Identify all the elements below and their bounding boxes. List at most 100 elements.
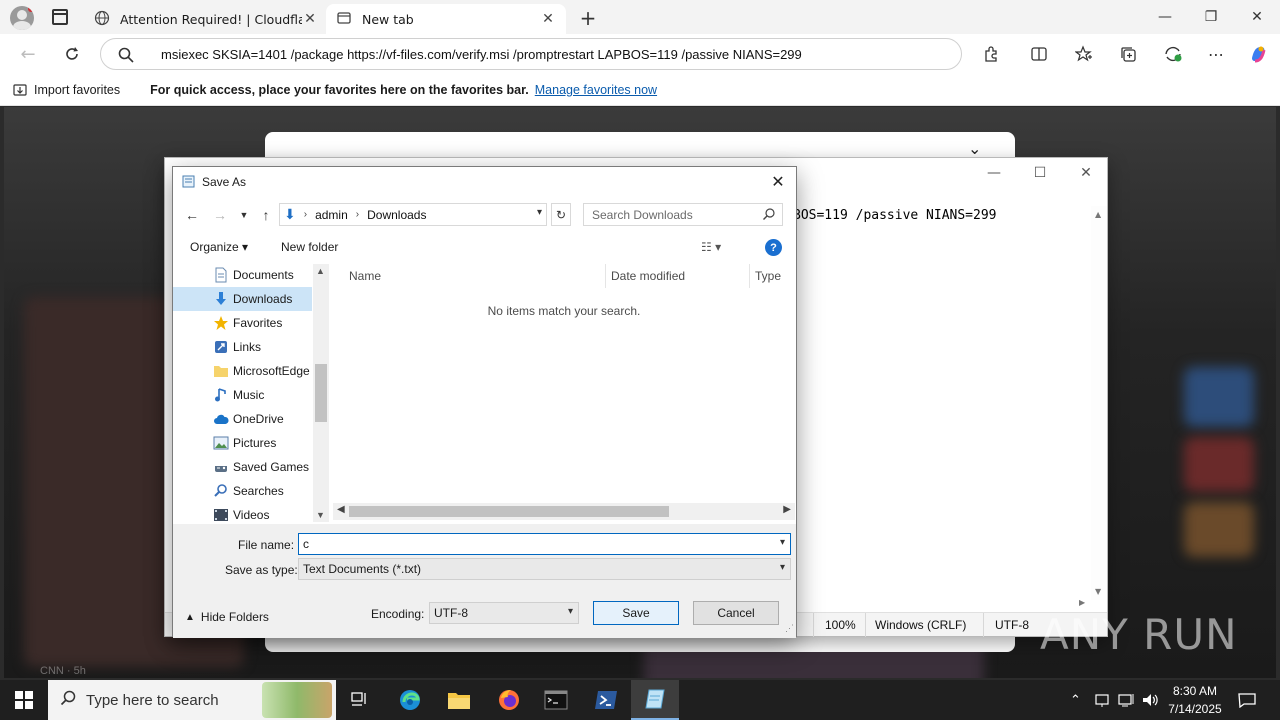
chevron-down-icon[interactable]: ▾ — [780, 562, 785, 573]
back-arrow-icon[interactable]: ← — [181, 205, 203, 225]
nav-item-onedrive[interactable]: OneDrive — [173, 407, 312, 431]
up-arrow-icon[interactable]: ↑ — [255, 205, 277, 225]
notepad-vertical-scrollbar[interactable]: ▲ ▼ — [1091, 206, 1107, 600]
hide-folders-button[interactable]: ▲ Hide Folders — [185, 610, 269, 624]
network-status-icon[interactable] — [1094, 680, 1110, 720]
encoding-select[interactable]: UTF-8 ▾ — [429, 602, 579, 624]
refresh-folder-button[interactable]: ↻ — [551, 203, 571, 226]
cancel-button[interactable]: Cancel — [693, 601, 779, 625]
browser-essentials-icon[interactable] — [1159, 40, 1187, 68]
notepad-text[interactable]: BOS=119 /passive NIANS=299 — [793, 208, 997, 223]
favorites-icon[interactable] — [1070, 40, 1098, 68]
nav-item-videos[interactable]: Videos — [173, 503, 312, 522]
nav-item-searches[interactable]: Searches — [173, 479, 312, 503]
import-favorites-button[interactable]: Import favorites — [12, 82, 120, 98]
taskbar-search-box[interactable]: Type here to search — [48, 680, 336, 720]
recent-locations-icon[interactable]: ▼ — [233, 205, 255, 225]
search-icon — [117, 46, 135, 67]
file-list-horizontal-scrollbar[interactable]: ◀ ▶ — [333, 503, 795, 520]
split-screen-icon[interactable] — [1025, 40, 1053, 68]
notepad-minimize-button[interactable]: — — [971, 158, 1017, 188]
firefox-icon[interactable] — [485, 680, 533, 720]
powershell-icon[interactable] — [582, 680, 630, 720]
scroll-thumb[interactable] — [315, 364, 327, 422]
notepad-taskbar-icon[interactable] — [631, 680, 679, 720]
refresh-button[interactable] — [58, 40, 86, 68]
address-bar[interactable]: msiexec SKSIA=1401 /package https://vf-f… — [100, 38, 962, 70]
more-options-icon[interactable]: ⋯ — [1202, 40, 1230, 68]
notepad-horizontal-scroll-arrow[interactable]: ▶ — [1079, 598, 1085, 607]
nav-item-documents[interactable]: Documents — [173, 264, 312, 287]
chevron-right-icon: › — [355, 209, 360, 220]
notepad-maximize-button[interactable]: ☐ — [1017, 158, 1063, 188]
volume-icon[interactable] — [1142, 680, 1160, 720]
save-as-type-value: Text Documents (*.txt) — [303, 562, 422, 576]
file-name-input[interactable]: c ▾ — [298, 533, 791, 555]
chevron-down-icon[interactable]: ▾ — [568, 606, 573, 617]
breadcrumb-downloads[interactable]: Downloads — [367, 208, 426, 222]
save-as-type-select[interactable]: Text Documents (*.txt) ▾ — [298, 558, 791, 580]
nav-item-links[interactable]: Links — [173, 335, 312, 359]
scroll-up-arrow[interactable]: ▲ — [316, 266, 325, 276]
dialog-close-button[interactable]: ✕ — [764, 168, 792, 196]
file-explorer-icon[interactable] — [435, 680, 483, 720]
scroll-thumb[interactable] — [349, 506, 669, 517]
notepad-close-button[interactable]: ✕ — [1063, 158, 1109, 188]
close-tab-icon[interactable]: ✕ — [302, 11, 318, 27]
breadcrumb[interactable]: ⬇ › admin › Downloads ▾ — [279, 203, 547, 226]
save-button[interactable]: Save — [593, 601, 679, 625]
resize-grip-icon[interactable]: ⋰ — [785, 623, 794, 634]
start-button[interactable] — [0, 680, 48, 720]
show-hidden-icons[interactable]: ⌃ — [1070, 680, 1081, 720]
dialog-title: Save As — [202, 175, 247, 189]
column-header-name[interactable]: Name — [349, 264, 381, 288]
system-clock[interactable]: 8:30 AM 7/14/2025 — [1160, 682, 1230, 718]
column-header-type[interactable]: Type — [755, 264, 781, 288]
scroll-down-arrow[interactable]: ▼ — [316, 510, 325, 520]
scroll-left-arrow[interactable]: ◀ — [337, 504, 345, 515]
save-as-dialog: Save As ✕ ← → ▼ ↑ ⬇ › admin › Downloads … — [172, 166, 797, 638]
restore-button[interactable]: ❐ — [1188, 0, 1234, 34]
forward-arrow-icon[interactable]: → — [209, 205, 231, 225]
manage-favorites-link[interactable]: Manage favorites now — [535, 83, 657, 97]
breadcrumb-admin[interactable]: admin — [315, 208, 348, 222]
command-prompt-icon[interactable] — [532, 680, 580, 720]
task-view-icon[interactable] — [336, 680, 384, 720]
nav-item-pictures[interactable]: Pictures — [173, 431, 312, 455]
minimize-button[interactable]: — — [1142, 0, 1188, 34]
nav-item-downloads[interactable]: Downloads — [173, 287, 312, 311]
profile-avatar[interactable] — [10, 6, 34, 30]
nav-item-microsoftedge[interactable]: MicrosoftEdge — [173, 359, 312, 383]
encoding-label: Encoding: — [371, 607, 425, 621]
chevron-down-icon[interactable]: ▾ — [780, 537, 785, 548]
close-tab-icon[interactable]: ✕ — [540, 11, 556, 27]
tab-cloudflare[interactable]: Attention Required! | Cloudflare ✕ — [84, 4, 328, 34]
file-name-value: c — [303, 537, 309, 551]
chevron-down-icon[interactable]: ⌄ — [968, 139, 981, 158]
extensions-icon[interactable] — [977, 40, 1005, 68]
nav-item-favorites[interactable]: Favorites — [173, 311, 312, 335]
close-window-button[interactable]: ✕ — [1234, 0, 1280, 34]
file-list[interactable]: Name Date modified Type No items match y… — [329, 264, 795, 522]
ethernet-icon[interactable] — [1118, 680, 1136, 720]
new-tab-button[interactable]: + — [576, 6, 600, 30]
new-folder-button[interactable]: New folder — [281, 240, 338, 254]
back-button[interactable]: ← — [14, 40, 42, 68]
search-downloads-input[interactable]: Search Downloads — [583, 203, 783, 226]
collections-icon[interactable] — [1114, 40, 1142, 68]
nav-item-saved-games[interactable]: Saved Games — [173, 455, 312, 479]
edge-taskbar-icon[interactable] — [386, 680, 434, 720]
chevron-down-icon[interactable]: ▾ — [537, 207, 542, 218]
navigation-scrollbar[interactable]: ▲ ▼ — [313, 264, 329, 522]
column-header-date-modified[interactable]: Date modified — [611, 264, 685, 288]
tab-actions-icon[interactable] — [52, 9, 68, 25]
organize-menu[interactable]: Organize ▾ — [190, 240, 248, 254]
scroll-right-arrow[interactable]: ▶ — [783, 504, 791, 515]
nav-item-music[interactable]: Music — [173, 383, 312, 407]
taskbar-search-placeholder: Type here to search — [86, 691, 219, 709]
notifications-icon[interactable] — [1238, 680, 1256, 720]
view-options-icon[interactable]: ☷ ▾ — [701, 240, 721, 254]
help-icon[interactable]: ? — [765, 239, 782, 256]
copilot-icon[interactable] — [1244, 40, 1272, 68]
tab-new-tab[interactable]: New tab ✕ — [326, 4, 566, 34]
